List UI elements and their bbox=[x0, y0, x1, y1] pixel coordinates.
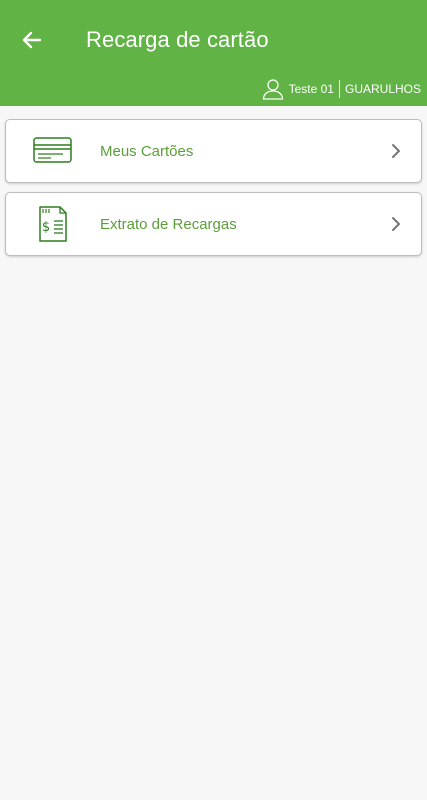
svg-text:$: $ bbox=[42, 220, 50, 235]
user-outline-icon bbox=[262, 78, 284, 100]
menu-item-label: Extrato de Recargas bbox=[100, 215, 237, 233]
menu-item-extrato-de-recargas[interactable]: $ Extrato de Recargas bbox=[5, 192, 422, 256]
user-name: Teste 01 bbox=[288, 82, 334, 96]
menu-item-label: Meus Cartões bbox=[100, 142, 194, 160]
user-info: Teste 01 GUARULHOS bbox=[262, 78, 421, 100]
receipt-dollar-icon: $ bbox=[30, 204, 76, 244]
back-button[interactable] bbox=[14, 24, 50, 56]
credit-card-icon bbox=[30, 131, 76, 171]
page-title: Recarga de cartão bbox=[86, 27, 269, 52]
city-name: GUARULHOS bbox=[344, 82, 421, 96]
menu-item-meus-cartoes[interactable]: Meus Cartões bbox=[5, 119, 422, 183]
app-header: Recarga de cartão Teste 01 GUARULHOS bbox=[0, 0, 427, 106]
divider bbox=[338, 80, 340, 98]
chevron-right-icon bbox=[389, 215, 403, 233]
chevron-right-icon bbox=[389, 142, 403, 160]
arrow-left-icon bbox=[22, 31, 42, 49]
menu-list: Meus Cartões $ Extrato de Recargas bbox=[5, 119, 422, 265]
